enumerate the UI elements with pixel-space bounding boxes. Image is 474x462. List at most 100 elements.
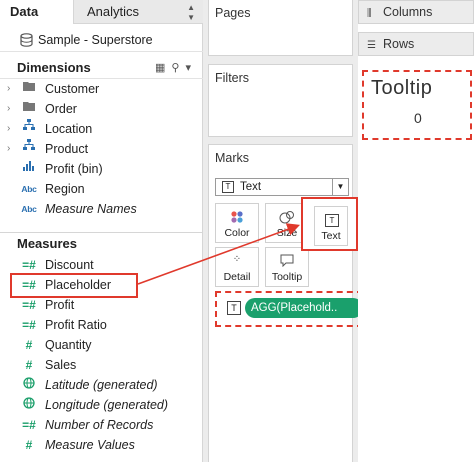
grid-icon[interactable]: ▦	[155, 62, 171, 74]
bin-icon	[19, 159, 39, 179]
field-label: Product	[45, 142, 89, 156]
hierarchy-icon	[19, 139, 39, 159]
pill-highlight: T AGG(Placehold..	[215, 291, 363, 327]
filters-title: Filters	[215, 71, 250, 85]
detail-label: Detail	[223, 271, 251, 283]
abc-icon: Abc	[21, 204, 37, 214]
tooltip-label: Tooltip	[271, 271, 303, 283]
data-source-name: Sample - Superstore	[38, 33, 153, 47]
field-label: Quantity	[45, 338, 92, 352]
measure-icon: =#	[22, 318, 36, 332]
filters-card[interactable]: Filters	[208, 64, 353, 137]
folder-icon	[19, 79, 39, 99]
tooltip-preview-value: 0	[414, 110, 422, 126]
text-icon: T	[325, 214, 339, 227]
field-label: Customer	[45, 82, 100, 96]
data-pane: Data Analytics ▲ ▼ Sample - Superstore Di…	[0, 0, 203, 462]
chevron-down-icon[interactable]: ▾	[185, 62, 197, 74]
text-mark-icon: T	[222, 181, 234, 193]
dimensions-toolbar: ▦⚲▾	[155, 57, 197, 79]
measure-pill[interactable]: AGG(Placehold..	[245, 298, 363, 318]
chevron-right-icon[interactable]: ›	[7, 79, 10, 99]
pane-tabs: Data Analytics ▲ ▼	[0, 0, 203, 24]
dimensions-title: Dimensions	[17, 60, 91, 75]
field-longitude[interactable]: Longitude (generated)	[0, 395, 203, 415]
measure-icon: =#	[22, 418, 36, 432]
color-label: Color	[224, 227, 250, 239]
text-button[interactable]: T Text	[314, 206, 348, 246]
database-icon	[20, 33, 33, 47]
field-label: Profit Ratio	[45, 318, 107, 332]
globe-icon	[19, 375, 39, 395]
chevron-right-icon[interactable]: ›	[7, 99, 10, 119]
field-label: Discount	[45, 258, 94, 272]
pages-card[interactable]: Pages	[208, 0, 353, 56]
color-dots-icon	[216, 210, 258, 227]
field-measure-names[interactable]: Abc Measure Names	[0, 199, 203, 219]
field-label: Measure Names	[45, 202, 137, 216]
globe-icon	[19, 395, 39, 415]
text-mark-icon: T	[227, 301, 241, 315]
measures-header: Measures	[0, 232, 203, 254]
field-profit-bin[interactable]: Profit (bin)	[0, 159, 203, 179]
field-customer[interactable]: › Customer	[0, 79, 203, 99]
tab-data[interactable]: Data	[0, 0, 74, 24]
abc-icon: Abc	[21, 184, 37, 194]
field-location[interactable]: › Location	[0, 119, 203, 139]
detail-dots-icon: ⁘	[232, 254, 242, 265]
tooltip-button[interactable]: Tooltip	[265, 247, 309, 287]
marks-card: Marks T Text ▼ Color Size ⁘ Detail Toolt…	[208, 144, 363, 462]
field-placeholder[interactable]: =# Placeholder	[0, 275, 203, 295]
marks-title: Marks	[215, 151, 250, 165]
field-sales[interactable]: # Sales	[0, 355, 203, 375]
chevron-right-icon[interactable]: ›	[7, 139, 10, 159]
tab-analytics-label: Analytics	[87, 4, 140, 19]
measure-icon: #	[25, 358, 33, 372]
field-discount[interactable]: =# Discount	[0, 255, 203, 275]
field-label: Profit	[45, 298, 75, 312]
columns-label: Columns	[383, 5, 433, 19]
chevron-right-icon[interactable]: ›	[7, 119, 10, 139]
measure-icon: #	[25, 338, 33, 352]
measure-icon: #	[25, 438, 33, 452]
rows-icon: ☰	[367, 40, 376, 51]
field-label: Latitude (generated)	[45, 378, 158, 392]
dimensions-header: Dimensions ▦⚲▾	[0, 57, 203, 79]
text-button-highlight: T Text	[301, 197, 358, 251]
field-product[interactable]: › Product	[0, 139, 203, 159]
field-label: Measure Values	[45, 438, 135, 452]
updown-arrows-icon[interactable]: ▲ ▼	[187, 0, 195, 23]
field-label: Region	[45, 182, 85, 196]
measure-icon: =#	[22, 258, 36, 272]
field-order[interactable]: › Order	[0, 99, 203, 119]
mark-type-dropdown[interactable]: T Text ▼	[215, 178, 349, 196]
field-latitude[interactable]: Latitude (generated)	[0, 375, 203, 395]
field-label: Number of Records	[45, 418, 154, 432]
field-label: Sales	[45, 358, 77, 372]
tooltip-preview-title: Tooltip	[371, 77, 433, 99]
color-button[interactable]: Color	[215, 203, 259, 243]
caret-down-icon[interactable]: ▼	[332, 179, 348, 195]
search-icon[interactable]: ⚲	[171, 62, 185, 74]
field-region[interactable]: Abc Region	[0, 179, 203, 199]
field-number-of-records[interactable]: =# Number of Records	[0, 415, 203, 435]
field-quantity[interactable]: # Quantity	[0, 335, 203, 355]
field-label: Location	[45, 122, 93, 136]
text-label: Text	[321, 230, 341, 242]
measures-title: Measures	[17, 236, 77, 251]
detail-button[interactable]: ⁘ Detail	[215, 247, 259, 287]
field-label: Profit (bin)	[45, 162, 103, 176]
measure-icon: =#	[22, 278, 36, 292]
rows-shelf[interactable]: ☰ Rows	[358, 32, 474, 56]
field-profit[interactable]: =# Profit	[0, 295, 203, 315]
columns-shelf[interactable]: ⫼ Columns	[358, 0, 474, 24]
field-label: Order	[45, 102, 77, 116]
speech-bubble-icon	[266, 254, 308, 270]
hierarchy-icon	[19, 119, 39, 139]
field-measure-values[interactable]: # Measure Values	[0, 435, 203, 455]
field-profit-ratio[interactable]: =# Profit Ratio	[0, 315, 203, 335]
tab-analytics[interactable]: Analytics ▲ ▼	[74, 0, 203, 24]
data-source[interactable]: Sample - Superstore	[0, 28, 203, 52]
pages-title: Pages	[215, 6, 251, 20]
tooltip-preview: Tooltip 0	[362, 70, 472, 140]
